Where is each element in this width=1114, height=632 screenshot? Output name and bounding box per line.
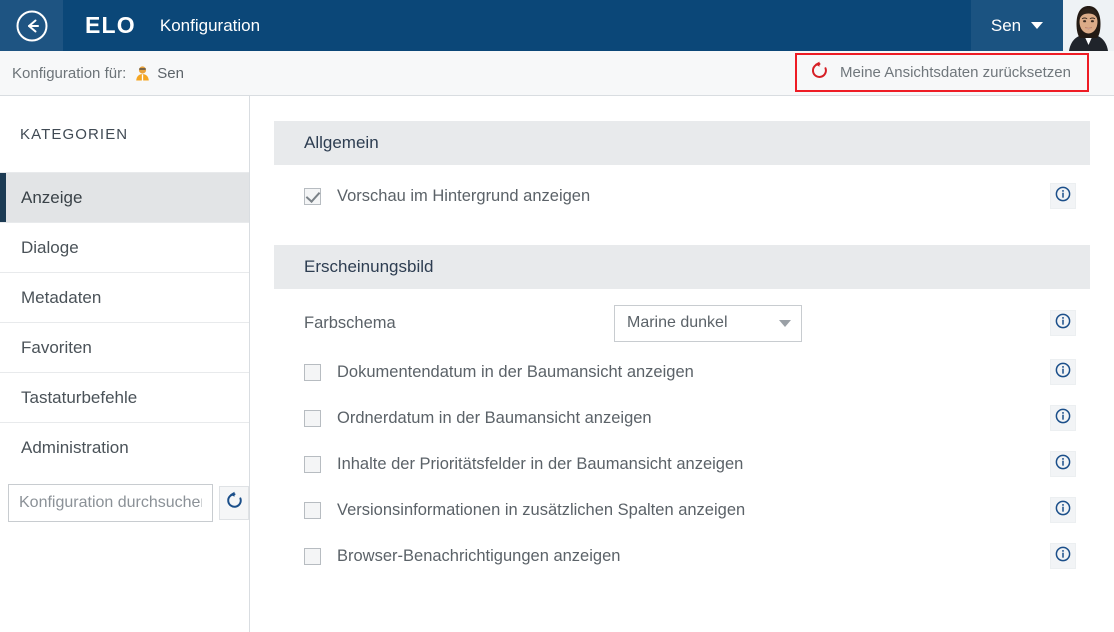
option-label: Versionsinformationen in zusätzlichen Sp… (337, 500, 746, 519)
subheader-user-name: Sen (157, 64, 184, 82)
section-erscheinungsbild: Erscheinungsbild Farbschema Marine dunke… (274, 245, 1090, 579)
sidebar-item-label: Favoriten (21, 337, 92, 357)
sidebar-item-anzeige[interactable]: Anzeige (0, 172, 249, 222)
chevron-down-icon (1031, 22, 1044, 29)
info-circle-icon (1055, 408, 1071, 429)
info-button[interactable] (1050, 183, 1076, 209)
option-label: Browser-Benachrichtigungen anzeigen (337, 546, 621, 565)
back-button[interactable] (0, 0, 63, 51)
info-button[interactable] (1050, 405, 1076, 431)
sidebar-item-administration[interactable]: Administration (0, 422, 249, 472)
body: KATEGORIEN Anzeige Dialoge Metadaten Fav… (0, 96, 1114, 632)
sidebar-item-label: Administration (21, 437, 129, 457)
configuration-page: ELO Konfiguration Sen Konfiguration für:… (0, 0, 1114, 632)
search-reset-button[interactable] (219, 486, 249, 520)
page-title: Konfiguration (159, 15, 261, 35)
checkbox-ordnerdatum[interactable] (304, 409, 321, 427)
option-row-versionsinformationen: Versionsinformationen in zusätzlichen Sp… (274, 487, 1090, 533)
option-row-ordnerdatum: Ordnerdatum in der Baumansicht anzeigen (274, 395, 1090, 441)
reset-counterclockwise-icon (810, 61, 829, 85)
sidebar-item-label: Anzeige (21, 187, 83, 207)
checkbox-versionsinformationen[interactable] (304, 501, 321, 519)
checkbox-prioritaetsfelder[interactable] (304, 455, 321, 473)
reset-counterclockwise-icon (225, 491, 244, 515)
user-menu-label: Sen (990, 15, 1022, 35)
avatar[interactable] (1063, 0, 1114, 51)
user-menu-button[interactable]: Sen (971, 0, 1063, 51)
sidebar-item-favoriten[interactable]: Favoriten (0, 322, 249, 372)
subheader-label: Konfiguration für: (12, 64, 127, 82)
field-label-farbschema: Farbschema (304, 313, 396, 332)
info-circle-icon (1055, 362, 1071, 383)
option-label: Ordnerdatum in der Baumansicht anzeigen (337, 408, 652, 427)
info-button[interactable] (1050, 497, 1076, 523)
settings-content: Allgemein Vorschau im Hintergrund anzeig… (250, 96, 1114, 632)
section-allgemein: Allgemein Vorschau im Hintergrund anzeig… (274, 121, 1090, 219)
sidebar-search-row (0, 472, 249, 522)
checkbox-dokumentendatum[interactable] (304, 363, 321, 381)
brand-logo[interactable]: ELO (63, 0, 136, 51)
chevron-down-icon (779, 319, 791, 327)
user-avatar-photo (1063, 0, 1114, 51)
sidebar-item-metadaten[interactable]: Metadaten (0, 272, 249, 322)
option-label: Inhalte der Prioritätsfelder in der Baum… (337, 454, 744, 473)
sidebar-item-label: Dialoge (21, 237, 79, 257)
sidebar-title: KATEGORIEN (20, 125, 129, 143)
info-circle-icon (1055, 186, 1071, 207)
option-row-prioritaetsfelder: Inhalte der Prioritätsfelder in der Baum… (274, 441, 1090, 487)
option-row-vorschau-im-hintergrund: Vorschau im Hintergrund anzeigen (274, 173, 1090, 219)
checkbox-vorschau-im-hintergrund[interactable] (304, 187, 321, 205)
option-row-dokumentendatum: Dokumentendatum in der Baumansicht anzei… (274, 349, 1090, 395)
option-row-browser-benachrichtigungen: Browser-Benachrichtigungen anzeigen (274, 533, 1090, 579)
reset-view-data-button[interactable]: Meine Ansichtsdaten zurücksetzen (795, 53, 1089, 92)
sidebar-item-label: Metadaten (21, 287, 102, 307)
option-label: Vorschau im Hintergrund anzeigen (337, 186, 591, 205)
section-header: Allgemein (274, 121, 1090, 165)
select-value: Marine dunkel (627, 314, 728, 331)
info-button[interactable] (1050, 451, 1076, 477)
sidebar-item-label: Tastaturbefehle (21, 387, 138, 407)
reset-view-data-label: Meine Ansichtsdaten zurücksetzen (840, 64, 1071, 81)
checkbox-browser-benachrichtigungen[interactable] (304, 547, 321, 565)
person-icon (134, 65, 151, 82)
info-button[interactable] (1050, 359, 1076, 385)
back-arrow-circle-icon (15, 9, 49, 43)
option-row-farbschema: Farbschema Marine dunkel (274, 297, 1090, 349)
section-header: Erscheinungsbild (274, 245, 1090, 289)
section-body: Vorschau im Hintergrund anzeigen (274, 165, 1090, 219)
info-circle-icon (1055, 500, 1071, 521)
sidebar-item-tastaturbefehle[interactable]: Tastaturbefehle (0, 372, 249, 422)
section-body: Farbschema Marine dunkel Dokumentendatum… (274, 289, 1090, 579)
sidebar: KATEGORIEN Anzeige Dialoge Metadaten Fav… (0, 96, 250, 632)
option-label: Dokumentendatum in der Baumansicht anzei… (337, 362, 694, 381)
info-circle-icon (1055, 313, 1071, 334)
top-header-bar: ELO Konfiguration Sen (0, 0, 1114, 51)
info-circle-icon (1055, 546, 1071, 567)
info-circle-icon (1055, 454, 1071, 475)
select-farbschema[interactable]: Marine dunkel (614, 304, 802, 342)
info-button[interactable] (1050, 310, 1076, 336)
sidebar-item-dialoge[interactable]: Dialoge (0, 222, 249, 272)
search-input[interactable] (8, 484, 213, 522)
info-button[interactable] (1050, 543, 1076, 569)
